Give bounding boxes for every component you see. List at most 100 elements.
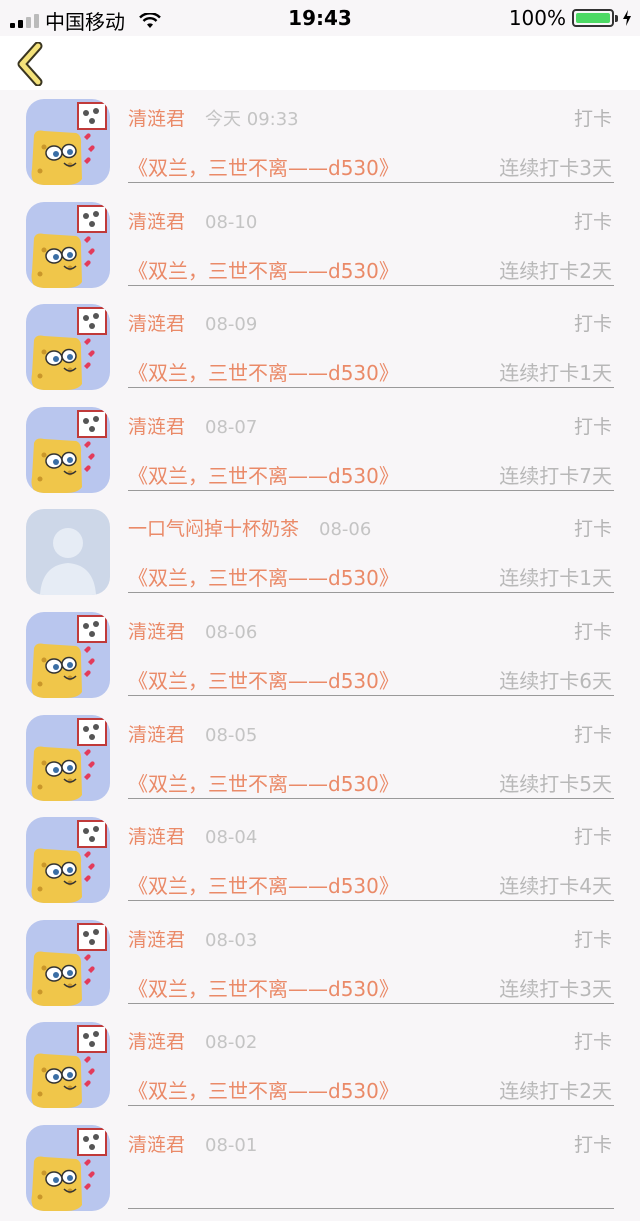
spongebob-avatar-icon: [26, 1124, 110, 1211]
list-item[interactable]: 清涟君 08-07 打卡 《双兰，三世不离——d530》 连续打卡7天: [0, 400, 640, 503]
action-label: 打卡: [573, 313, 612, 336]
user-line: 清涟君 08-05: [128, 720, 257, 747]
user-name[interactable]: 清涟君: [128, 724, 185, 746]
book-title[interactable]: 《双兰，三世不离——d530》: [128, 562, 399, 591]
action-label: 打卡: [573, 1031, 612, 1054]
user-line: 清涟君 08-09: [128, 309, 257, 336]
list-item[interactable]: 清涟君 08-01 打卡: [0, 1118, 640, 1221]
user-name[interactable]: 清涟君: [128, 211, 185, 233]
list-item[interactable]: 一口气闷掉十杯奶茶 08-06 打卡 《双兰，三世不离——d530》 连续打卡1天: [0, 502, 640, 605]
avatar[interactable]: [26, 1124, 110, 1211]
book-title[interactable]: 《双兰，三世不离——d530》: [128, 973, 399, 1002]
book-title[interactable]: 《双兰，三世不离——d530》: [128, 870, 399, 899]
post-date: 08-07: [205, 416, 258, 438]
battery-nub: [615, 14, 618, 22]
list-item[interactable]: 清涟君 08-03 打卡 《双兰，三世不离——d530》 连续打卡3天: [0, 913, 640, 1016]
action-label: 打卡: [573, 210, 612, 233]
spongebob-avatar-icon: [26, 304, 110, 391]
avatar[interactable]: [26, 919, 110, 1006]
row-divider: [128, 1002, 614, 1004]
spongebob-avatar-icon: [26, 201, 110, 288]
streak-label: 连续打卡3天: [499, 156, 612, 180]
user-name[interactable]: 一口气闷掉十杯奶茶: [128, 518, 299, 540]
streak-label: 连续打卡2天: [499, 258, 612, 283]
post-date: 08-06: [319, 519, 372, 541]
row-divider: [128, 387, 614, 389]
streak-label: 连续打卡6天: [499, 668, 612, 693]
battery-icon: [572, 9, 614, 27]
book-title[interactable]: 《双兰，三世不离——d530》: [128, 357, 399, 386]
user-line: 一口气闷掉十杯奶茶 08-06: [128, 514, 371, 541]
avatar[interactable]: [26, 611, 110, 698]
spongebob-avatar-icon: [26, 611, 110, 698]
default-avatar-icon: [26, 509, 110, 596]
streak-label: 连续打卡4天: [499, 874, 612, 899]
post-date: 08-06: [205, 621, 258, 643]
avatar[interactable]: [26, 509, 110, 596]
nav-bar: [0, 36, 640, 90]
user-line: 清涟君 08-10: [128, 207, 257, 234]
row-divider: [128, 900, 614, 902]
book-title[interactable]: 《双兰，三世不离——d530》: [128, 255, 399, 284]
user-line: 清涟君 08-04: [128, 822, 257, 849]
user-name[interactable]: 清涟君: [128, 1031, 185, 1053]
avatar[interactable]: [26, 406, 110, 493]
action-label: 打卡: [573, 518, 612, 541]
action-label: 打卡: [573, 928, 612, 951]
row-divider: [128, 182, 614, 183]
spongebob-avatar-icon: [26, 714, 110, 801]
spongebob-avatar-icon: [26, 99, 110, 185]
user-name[interactable]: 清涟君: [128, 416, 185, 438]
status-bar: 中国移动 19:43 100%: [0, 0, 640, 36]
post-date: 08-02: [205, 1032, 258, 1054]
user-name[interactable]: 清涟君: [128, 313, 185, 335]
action-label: 打卡: [573, 620, 612, 643]
user-line: 清涟君 08-03: [128, 925, 257, 952]
action-label: 打卡: [573, 415, 612, 438]
book-title[interactable]: 《双兰，三世不离——d530》: [128, 768, 399, 797]
row-divider: [128, 797, 614, 799]
user-line: 清涟君 08-07: [128, 412, 257, 439]
post-date: 今天 09:33: [205, 109, 299, 130]
user-line: 清涟君 08-02: [128, 1027, 257, 1054]
status-right: 100%: [509, 6, 632, 30]
list-item[interactable]: 清涟君 08-02 打卡 《双兰，三世不离——d530》 连续打卡2天: [0, 1015, 640, 1118]
post-date: 08-10: [205, 211, 258, 233]
spongebob-avatar-icon: [26, 919, 110, 1006]
avatar[interactable]: [26, 201, 110, 288]
avatar[interactable]: [26, 1022, 110, 1109]
book-title[interactable]: 《双兰，三世不离——d530》: [128, 665, 399, 694]
checkin-list: 清涟君 今天 09:33 打卡 《双兰，三世不离——d530》 连续打卡3天 清涟…: [0, 92, 640, 1221]
streak-label: 连续打卡3天: [499, 976, 612, 1001]
book-title[interactable]: 《双兰，三世不离——d530》: [128, 152, 399, 181]
avatar[interactable]: [26, 99, 110, 185]
spongebob-avatar-icon: [26, 1022, 110, 1109]
avatar[interactable]: [26, 817, 110, 904]
user-line: 清涟君 今天 09:33: [128, 104, 299, 131]
user-name[interactable]: 清涟君: [128, 929, 185, 951]
row-divider: [128, 592, 614, 594]
action-label: 打卡: [573, 108, 612, 130]
user-name[interactable]: 清涟君: [128, 621, 185, 643]
avatar[interactable]: [26, 714, 110, 801]
streak-label: 连续打卡5天: [499, 771, 612, 796]
user-name[interactable]: 清涟君: [128, 1134, 185, 1156]
action-label: 打卡: [573, 826, 612, 849]
list-item[interactable]: 清涟君 08-04 打卡 《双兰，三世不离——d530》 连续打卡4天: [0, 810, 640, 913]
post-date: 08-01: [205, 1134, 258, 1156]
list-item[interactable]: 清涟君 08-09 打卡 《双兰，三世不离——d530》 连续打卡1天: [0, 297, 640, 400]
spongebob-avatar-icon: [26, 406, 110, 493]
spongebob-avatar-icon: [26, 817, 110, 904]
list-item[interactable]: 清涟君 08-05 打卡 《双兰，三世不离——d530》 连续打卡5天: [0, 708, 640, 811]
row-divider: [128, 1207, 614, 1209]
list-item[interactable]: 清涟君 08-10 打卡 《双兰，三世不离——d530》 连续打卡2天: [0, 195, 640, 298]
avatar[interactable]: [26, 304, 110, 391]
list-item[interactable]: 清涟君 08-06 打卡 《双兰，三世不离——d530》 连续打卡6天: [0, 605, 640, 708]
user-name[interactable]: 清涟君: [128, 826, 185, 848]
list-item[interactable]: 清涟君 今天 09:33 打卡 《双兰，三世不离——d530》 连续打卡3天: [0, 92, 640, 195]
back-chevron-icon[interactable]: [14, 42, 48, 86]
book-title[interactable]: 《双兰，三世不离——d530》: [128, 1075, 399, 1104]
user-name[interactable]: 清涟君: [128, 108, 185, 130]
book-title[interactable]: 《双兰，三世不离——d530》: [128, 460, 399, 489]
charging-icon: [623, 10, 631, 26]
